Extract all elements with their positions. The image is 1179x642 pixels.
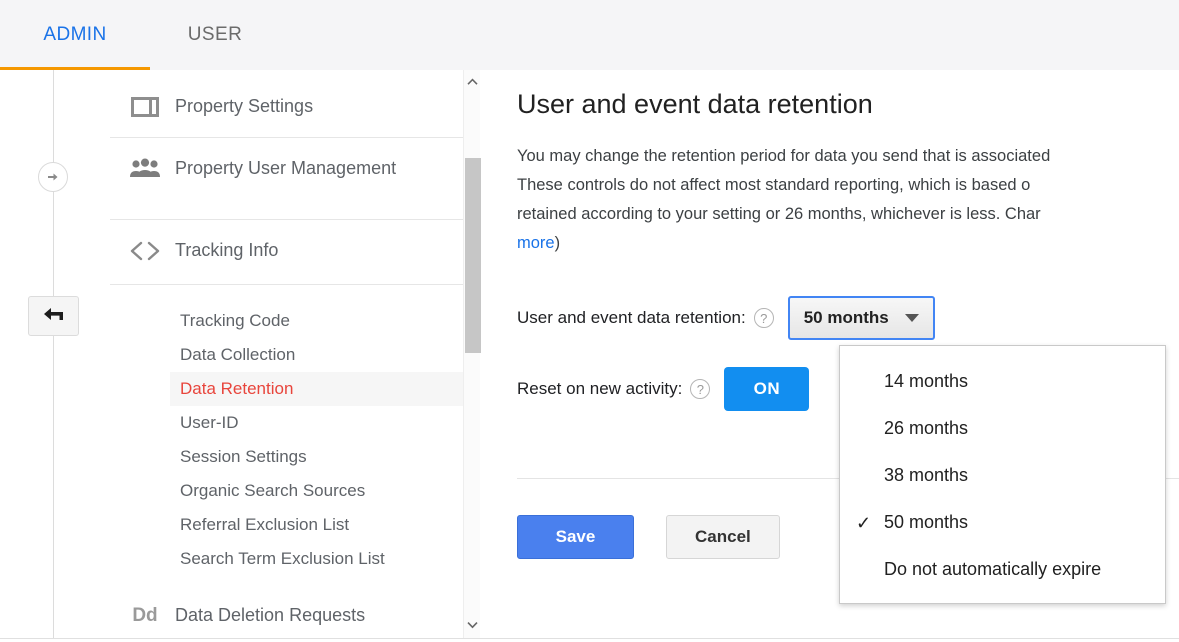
reset-label: Reset on new activity: [517, 379, 683, 398]
paragraph-tail: ) [554, 234, 561, 252]
reset-toggle[interactable]: ON [724, 367, 810, 411]
chevron-up-icon [467, 77, 478, 85]
people-group-icon [122, 138, 168, 199]
sidebar-subitem-label: Search Term Exclusion List [180, 549, 385, 568]
action-button-row: Save Cancel [517, 515, 780, 559]
sidebar-subitem-label: User-ID [180, 413, 239, 432]
retention-label: User and event data retention: [517, 308, 746, 327]
dropdown-option-label: 14 months [884, 371, 969, 391]
sidebar-item-property-user-management[interactable]: Property User Management [108, 138, 463, 199]
dropdown-option-label: 50 months [884, 512, 969, 532]
scroll-down-button[interactable] [464, 616, 481, 633]
sidebar-item-label: Tracking Info [175, 240, 279, 260]
cancel-button-label: Cancel [695, 527, 751, 546]
left-rail [0, 70, 108, 638]
dropdown-option-14-months[interactable]: 14 months [840, 358, 1165, 405]
retention-dropdown-value: 50 months [803, 308, 889, 327]
sidebar-subitem-label: Session Settings [180, 447, 307, 466]
learn-more-link[interactable]: more [517, 234, 555, 252]
retention-dropdown-button[interactable]: 50 months [787, 296, 935, 340]
scrollbar-thumb[interactable] [465, 158, 481, 353]
admin-page: ADMIN USER Property Settings Property Us… [0, 0, 1179, 642]
description-paragraph: You may change the retention period for … [517, 142, 1179, 258]
sidebar-item-label: Property User Management [175, 158, 397, 178]
sidebar-item-property-settings[interactable]: Property Settings [108, 76, 463, 137]
caret-down-icon [904, 314, 919, 322]
sidebar-subitem-label: Organic Search Sources [180, 481, 366, 500]
page-bottom-border [0, 638, 1179, 639]
dropdown-option-do-not-expire[interactable]: Do not automatically expire [840, 546, 1165, 593]
reset-toggle-label: ON [753, 379, 781, 398]
sidebar-subitem-data-collection[interactable]: Data Collection [170, 338, 463, 372]
sidebar-subitem-tracking-code[interactable]: Tracking Code [170, 304, 463, 338]
paragraph-line: These controls do not affect most standa… [517, 176, 1031, 194]
tab-admin-label: ADMIN [43, 24, 107, 45]
dropdown-option-50-months[interactable]: ✓ 50 months [840, 499, 1165, 546]
expand-nav-button[interactable] [38, 162, 68, 192]
sidebar-subitem-referral-exclusion-list[interactable]: Referral Exclusion List [170, 508, 463, 542]
paragraph-line-last: more) [517, 229, 1179, 258]
help-circle-icon[interactable]: ? [753, 308, 774, 328]
chevron-down-icon [467, 621, 478, 628]
page-title: User and event data retention [517, 89, 873, 119]
sidebar-subitem-label: Tracking Code [180, 311, 290, 330]
cancel-button[interactable]: Cancel [666, 515, 780, 559]
rail-connector-line [53, 70, 54, 638]
save-button-label: Save [555, 527, 596, 546]
sidebar-subitem-organic-search-sources[interactable]: Organic Search Sources [170, 474, 463, 508]
dd-text-icon: Dd [132, 604, 158, 626]
help-circle-icon[interactable]: ? [690, 379, 711, 399]
sidebar-item-data-deletion-requests[interactable]: Dd Data Deletion Requests [108, 585, 463, 638]
sidebar-subitem-label: Data Collection [180, 345, 296, 364]
code-brackets-icon [122, 220, 168, 281]
sidebar-item-label: Property Settings [175, 96, 314, 116]
dropdown-option-label: 26 months [884, 418, 969, 438]
dropdown-option-label: Do not automatically expire [884, 559, 1102, 579]
retention-dropdown-menu: 14 months 26 months 38 months ✓ 50 month… [839, 345, 1166, 604]
sidebar-subitem-label: Data Retention [180, 379, 294, 398]
sidebar-subitem-search-term-exclusion-list[interactable]: Search Term Exclusion List [170, 542, 463, 576]
settings-nav-panel: Property Settings Property User Manageme… [108, 70, 483, 638]
sidebar-subitem-session-settings[interactable]: Session Settings [170, 440, 463, 474]
arrow-left-icon [43, 308, 63, 320]
dropdown-option-38-months[interactable]: 38 months [840, 452, 1165, 499]
arrow-right-circle-icon [48, 173, 58, 181]
save-button[interactable]: Save [517, 515, 634, 559]
sidebar-subitem-data-retention[interactable]: Data Retention [170, 372, 463, 406]
tab-admin[interactable]: ADMIN [0, 0, 150, 70]
paragraph-line: You may change the retention period for … [517, 147, 1051, 165]
top-tab-bar: ADMIN USER [0, 0, 1179, 70]
scroll-up-button[interactable] [464, 73, 481, 90]
retention-row: User and event data retention: ? 50 mont… [517, 296, 935, 340]
sidebar-subitem-user-id[interactable]: User-ID [170, 406, 463, 440]
divider [110, 284, 463, 285]
sidebar-item-label: Data Deletion Requests [175, 605, 366, 625]
paragraph-line: retained according to your setting or 26… [517, 205, 1041, 223]
reset-row: Reset on new activity: ? ON [517, 367, 810, 411]
sidebar-subitem-label: Referral Exclusion List [180, 515, 350, 534]
sidebar-item-tracking-info[interactable]: Tracking Info [108, 220, 463, 281]
nav-scrollbar[interactable] [463, 70, 481, 638]
dropdown-option-label: 38 months [884, 465, 969, 485]
web-layout-icon [122, 76, 168, 137]
dropdown-option-26-months[interactable]: 26 months [840, 405, 1165, 452]
tab-user-label: USER [187, 24, 243, 45]
checkmark-icon: ✓ [856, 512, 872, 533]
tab-user[interactable]: USER [150, 0, 280, 70]
collapse-nav-button[interactable] [28, 296, 79, 336]
